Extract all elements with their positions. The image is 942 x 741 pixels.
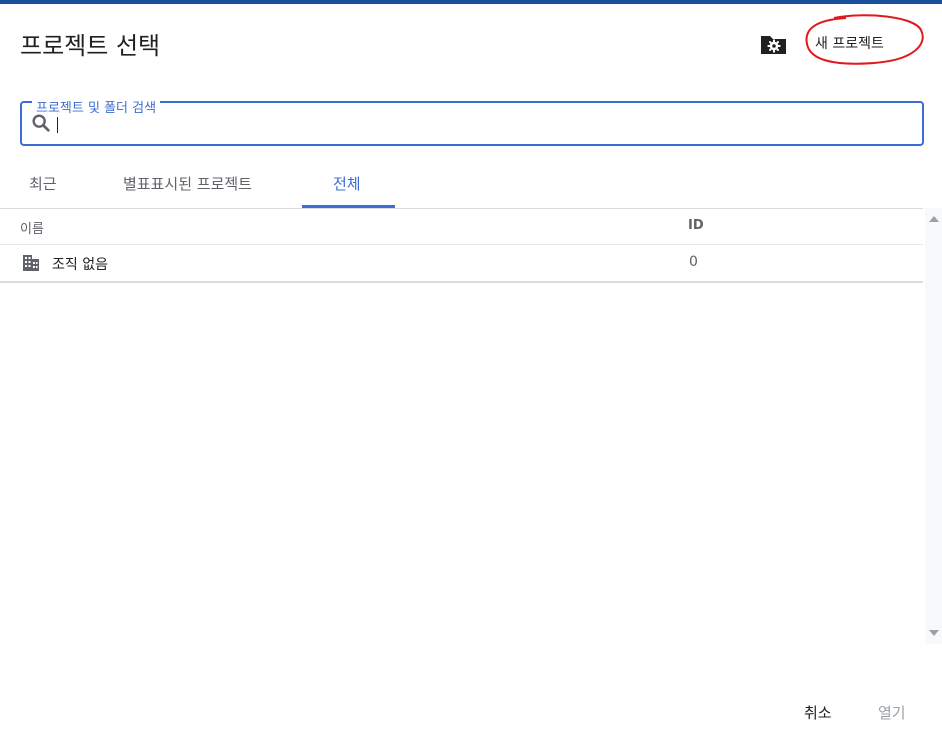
scroll-up-arrow-icon[interactable] (929, 216, 939, 222)
column-header-id[interactable]: ID (688, 218, 704, 233)
search-icon (32, 114, 50, 132)
tab-all[interactable]: 전체 (333, 173, 361, 194)
scroll-down-arrow-icon[interactable] (929, 630, 939, 636)
table-top-divider (0, 208, 923, 209)
background-app-bar (0, 0, 942, 4)
text-caret (57, 117, 58, 133)
tab-recent[interactable]: 최근 (29, 173, 57, 194)
open-button[interactable]: 열기 (878, 702, 906, 723)
vertical-scrollbar[interactable] (925, 208, 942, 644)
dialog-title: 프로젝트 선택 (20, 32, 161, 60)
row-name-no-organization[interactable]: 조직 없음 (52, 254, 108, 274)
search-input[interactable] (56, 114, 896, 134)
cancel-button[interactable]: 취소 (804, 702, 832, 723)
column-header-name[interactable]: 이름 (20, 218, 44, 237)
new-project-button[interactable]: 새 프로젝트 (805, 24, 921, 62)
header-divider (0, 244, 923, 245)
building-icon (23, 255, 39, 271)
row-id: 0 (689, 254, 698, 270)
manage-folders-button[interactable] (758, 30, 790, 58)
tab-starred[interactable]: 별표표시된 프로젝트 (123, 173, 252, 194)
table-bottom-divider (0, 281, 923, 283)
folder-gear-icon (761, 36, 786, 54)
